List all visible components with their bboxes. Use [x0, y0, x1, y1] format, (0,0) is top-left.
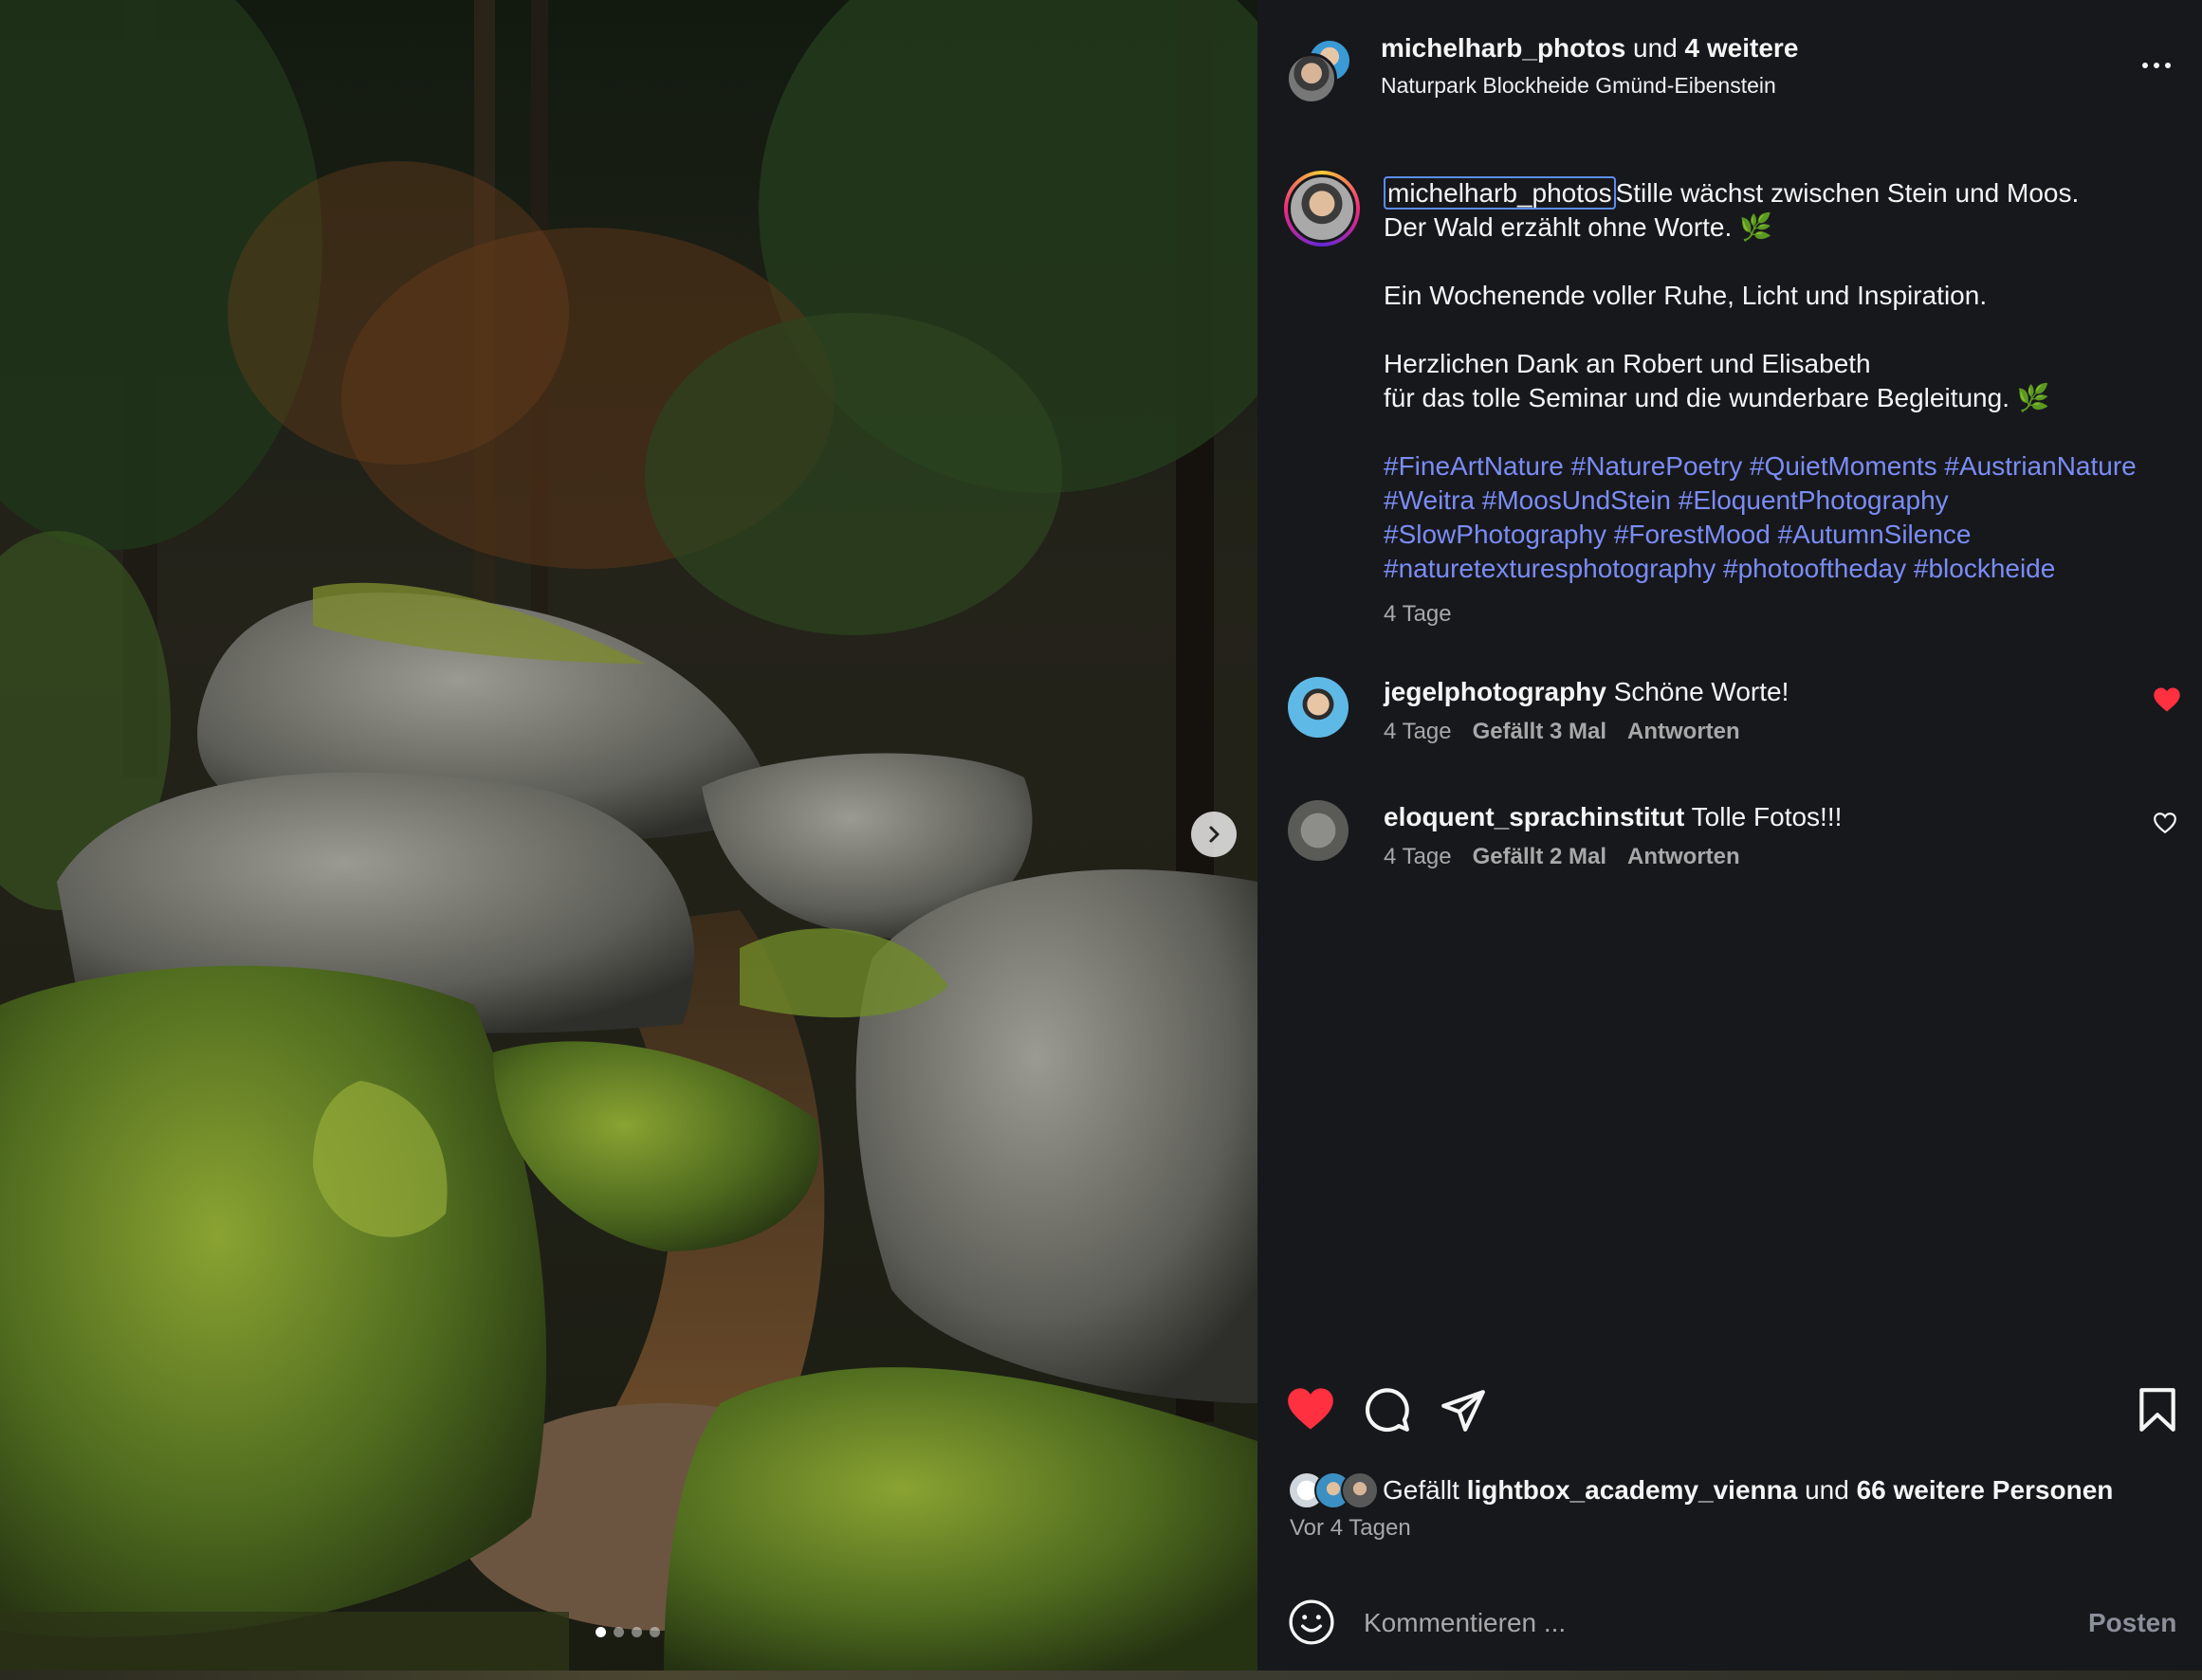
carousel-indicator [596, 1627, 660, 1637]
comment-like-button[interactable] [2153, 812, 2181, 838]
and-word: und [1633, 33, 1678, 63]
avatar [1286, 53, 1337, 104]
hashtag-link[interactable]: #MoosUndStein [1482, 485, 1671, 515]
hashtag-link[interactable]: #Weitra [1384, 485, 1475, 515]
avatar[interactable] [1288, 800, 1349, 861]
post-photo [0, 0, 1257, 1671]
comment-button[interactable] [1364, 1386, 1417, 1439]
author-username[interactable]: michelharb_photos [1381, 33, 1625, 63]
emoji-button[interactable] [1288, 1598, 1337, 1648]
hashtag-link[interactable]: #SlowPhotography [1384, 520, 1606, 549]
heart-icon [2154, 687, 2180, 712]
caption-text: Herzlichen Dank an Robert und Elisabeth [1384, 349, 1871, 378]
caption-timestamp[interactable]: 4 Tage [1384, 601, 1452, 628]
comment-likes[interactable]: Gefällt 2 Mal [1473, 844, 1606, 869]
hashtag-link[interactable]: #QuietMoments [1750, 451, 1937, 481]
heart-outline-icon [2154, 813, 2176, 834]
hashtag-link[interactable]: #ForestMood [1614, 520, 1771, 549]
location-link[interactable]: Naturpark Blockheide Gmünd-Eibenstein [1381, 72, 1776, 99]
caption-text: Der Wald erzählt ohne Worte. 🌿 [1384, 212, 1772, 242]
background-strip [0, 1671, 2202, 1680]
forest-stones-image [0, 0, 1257, 1671]
share-icon [1441, 1390, 1485, 1432]
save-button[interactable] [2134, 1386, 2187, 1439]
liker-username[interactable]: lightbox_academy_vienna [1467, 1475, 1798, 1505]
hashtag-line: #SlowPhotography #ForestMood #AutumnSile… [1384, 518, 2180, 552]
share-button[interactable] [1440, 1386, 1493, 1439]
comment-meta: 4 Tage Gefällt 3 Mal Antworten [1384, 719, 1761, 745]
chevron-right-icon [1209, 826, 1220, 843]
comment-like-button[interactable] [2153, 686, 2181, 713]
post-caption: michelharb_photos Stille wächst zwischen … [1384, 176, 2180, 586]
caption-text: Stille wächst zwischen Stein und Moos. [1615, 178, 2080, 208]
hashtag-link[interactable]: #blockheide [1914, 554, 2055, 583]
comment-icon [1366, 1388, 1409, 1433]
avatar[interactable] [1288, 677, 1349, 738]
hashtag-link[interactable]: #photooftheday [1723, 554, 1906, 583]
caption-avatar[interactable] [1284, 171, 1360, 247]
more-options-button[interactable] [2138, 51, 2175, 80]
comment-username[interactable]: jegelphotography [1384, 677, 1606, 706]
post-author-line: michelharb_photos und 4 weitere [1381, 32, 1798, 64]
hashtag-line: #Weitra #MoosUndStein #EloquentPhotograp… [1384, 484, 2180, 518]
post-comment-button[interactable]: Posten [2088, 1608, 2176, 1638]
post-timestamp[interactable]: Vor 4 Tagen [1290, 1515, 1411, 1542]
comment-item: eloquent_sprachinstitut Tolle Fotos!!! 4… [1257, 800, 2202, 895]
hashtag-link[interactable]: #FineArtNature [1384, 451, 1564, 481]
hashtag-line: #FineArtNature #NaturePoetry #QuietMomen… [1384, 449, 2180, 484]
comment-meta: 4 Tage Gefällt 2 Mal Antworten [1384, 844, 1761, 870]
carousel-next-button[interactable] [1191, 812, 1237, 857]
carousel-dot [614, 1627, 624, 1637]
comment-body: jegelphotography Schöne Worte! [1384, 675, 1789, 709]
collaborators-link[interactable]: 4 weitere [1685, 33, 1799, 63]
comment-username[interactable]: eloquent_sprachinstitut [1384, 802, 1684, 831]
comment-item: jegelphotography Schöne Worte! 4 Tage Gef… [1257, 675, 2202, 770]
emoji-icon [1289, 1599, 1334, 1645]
caption-text: für das tolle Seminar und die wunderbare… [1384, 383, 2050, 412]
comment-composer: Posten [1257, 1585, 2202, 1661]
caption-username[interactable]: michelharb_photos [1384, 176, 1616, 210]
hashtag-link[interactable]: #naturetexturesphotography [1384, 554, 1716, 583]
hashtag-line: #naturetexturesphotography #photooftheda… [1384, 552, 2180, 586]
hashtag-link[interactable]: #AutumnSilence [1778, 520, 1972, 549]
reply-button[interactable]: Antworten [1627, 719, 1740, 744]
comment-text: Tolle Fotos!!! [1691, 802, 1843, 831]
post-side-panel: michelharb_photos und 4 weitere Naturpar… [1257, 0, 2202, 1671]
more-icon [2142, 63, 2171, 68]
heart-icon [1288, 1388, 1333, 1430]
caption-text: Ein Wochenende voller Ruhe, Licht und In… [1384, 281, 1988, 310]
likes-summary: Gefällt lightbox_academy_vienna und 66 w… [1288, 1471, 2189, 1509]
comment-time[interactable]: 4 Tage [1384, 844, 1452, 869]
likes-and: und [1805, 1475, 1849, 1505]
bookmark-icon [2139, 1388, 2175, 1432]
comment-input[interactable] [1364, 1600, 2065, 1646]
liker-avatars[interactable] [1288, 1471, 1386, 1509]
hashtag-link[interactable]: #AustrianNature [1944, 451, 2136, 481]
comment-likes[interactable]: Gefällt 3 Mal [1473, 719, 1606, 744]
comment-time[interactable]: 4 Tage [1384, 719, 1452, 744]
comment-text: Schöne Worte! [1613, 677, 1789, 706]
collab-avatars[interactable] [1286, 38, 1354, 104]
carousel-dot [596, 1627, 606, 1637]
carousel-dot [650, 1627, 660, 1637]
hashtag-link[interactable]: #NaturePoetry [1571, 451, 1743, 481]
hashtag-link[interactable]: #EloquentPhotography [1679, 485, 1949, 515]
post-actions [1257, 1386, 2202, 1452]
post-header: michelharb_photos und 4 weitere Naturpar… [1257, 0, 2202, 133]
like-button[interactable] [1286, 1386, 1339, 1439]
likes-prefix: Gefällt [1383, 1475, 1459, 1505]
comment-body: eloquent_sprachinstitut Tolle Fotos!!! [1384, 800, 1842, 834]
likes-text: Gefällt lightbox_academy_vienna und 66 w… [1383, 1473, 2113, 1507]
carousel-dot [632, 1627, 642, 1637]
instagram-post-view: michelharb_photos und 4 weitere Naturpar… [0, 0, 2202, 1680]
reply-button[interactable]: Antworten [1627, 844, 1740, 869]
likes-others-link[interactable]: 66 weitere Personen [1857, 1475, 2114, 1505]
avatar [1341, 1471, 1379, 1509]
